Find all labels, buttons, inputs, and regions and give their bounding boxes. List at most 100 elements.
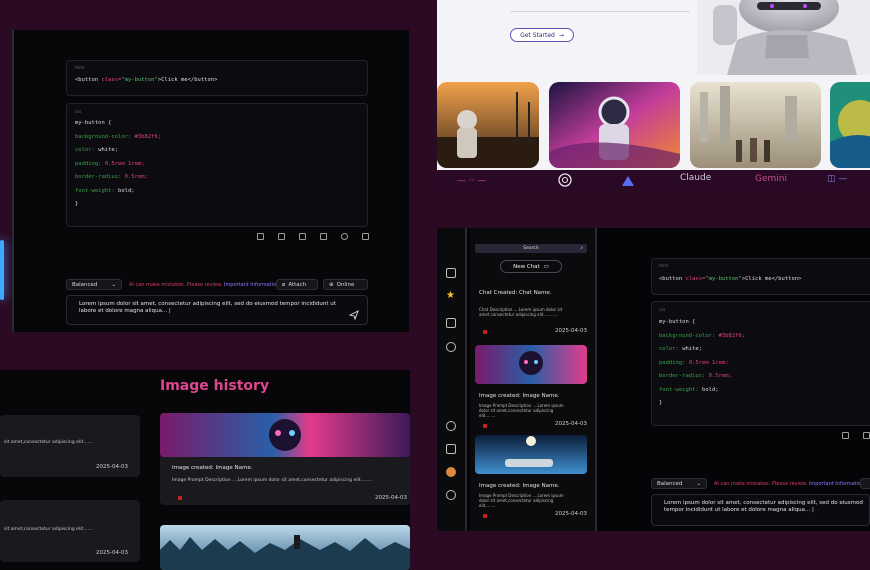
model-select[interactable]: Balanced ⌄ [66,279,122,290]
search-input[interactable]: Search ⌕ [475,244,587,253]
image-history-panel: Image history sit amet,consectetur adipi… [0,370,410,570]
code-lang-tag: css [75,109,82,114]
send-icon[interactable] [348,305,359,321]
attach-button[interactable]: ⌀ Attach [276,279,318,290]
grid-icon[interactable] [446,444,456,454]
search-icon: ⌕ [580,246,583,251]
gallery-image-1[interactable] [437,82,539,168]
message-input[interactable]: Lorem ipsum dolor sit amet, consectetur … [66,295,368,325]
trash-icon[interactable] [320,233,327,240]
delete-icon[interactable] [483,424,487,428]
image-title: Image created: Image Name. [479,393,560,399]
css-line: padding: 0.5rem 1rem; [659,359,729,366]
settings-icon[interactable] [446,490,456,500]
refresh-icon[interactable] [341,233,348,240]
comment-icon[interactable] [299,233,306,240]
attach-button[interactable] [860,478,870,489]
delete-icon[interactable] [178,496,182,500]
code-chat-panel: html <button class="my-button">Click me<… [0,30,409,332]
openai-logo-icon [557,172,573,188]
landing-panel: Get Started → — ·· — Claude Gemini ◫ — [437,0,870,190]
online-toggle[interactable]: ⊕ Online [323,279,368,290]
css-code-block: css my-button {background-color: #3b82f6… [651,301,870,426]
claude-logo: Claude [680,173,712,183]
model-select[interactable]: Balanced ⌄ [651,478,707,489]
image-description: Image Prompt Description ....Lorem ipsum… [479,403,564,418]
css-code-lines: my-button {background-color: #3b82f6; col… [659,319,745,414]
clock-icon[interactable] [446,342,456,352]
html-code-line: <button class="my-button">Click me</butt… [75,77,218,83]
css-line: } [75,201,79,207]
image-date: 2025-04-03 [555,511,587,517]
html-code-block: html <button class="my-button">Click me<… [66,60,368,96]
image-title: Image created: Image Name. [479,483,560,489]
card-date: 2025-04-03 [375,495,407,501]
chat-date: 2025-04-03 [555,328,587,334]
thumbs-up-icon[interactable] [842,432,849,439]
logo-icon[interactable] [446,268,456,278]
css-line: background-color: #3b82f6; [75,133,162,140]
copy-icon[interactable] [362,233,369,240]
thumbs-up-icon[interactable] [257,233,264,240]
card-date: 2025-04-03 [96,464,128,470]
get-started-button[interactable]: Get Started → [510,28,574,42]
css-line: my-button { [75,120,112,126]
folder-icon[interactable] [446,318,456,328]
image-thumb[interactable] [475,435,587,474]
html-code-block: html <button class="my-button">Click me<… [651,258,870,295]
delete-icon[interactable] [483,330,487,334]
chat-history-card[interactable]: sit amet,consectetur adipiscing elit....… [0,415,140,477]
chat-description: Chat Description ....Lorem ipsum dolor s… [479,307,563,317]
globe-icon: ⊕ [329,281,334,288]
message-input[interactable]: Lorem ipsum dolor sit amet, consectetur … [651,494,870,526]
thumbs-down-icon[interactable] [863,432,870,439]
disclaimer: AI can make mistakes. Please review. Imp… [714,481,866,487]
delete-icon[interactable] [483,514,487,518]
history-sidebar: Search ⌕ New Chat ▭ Chat Created: Chat Na… [470,228,597,531]
css-line: background-color: #3b82f6; [659,332,746,339]
disclaimer: AI can make mistakes. Please review. Imp… [129,282,280,288]
arrow-right-icon: → [558,31,564,39]
css-line: } [659,400,663,406]
css-code-lines: my-button {background-color: #3b82f6; col… [75,120,161,215]
search-icon[interactable] [446,421,456,431]
page-title: Image history [160,378,270,394]
gallery-image-3[interactable] [690,82,821,168]
chat-bubble-icon: ▭ [543,263,549,270]
image-history-card[interactable]: Image created: Image Name. Image Prompt … [160,413,410,505]
message-actions [842,432,870,439]
chevron-down-icon: ⌄ [111,281,116,288]
paperclip-icon: ⌀ [282,281,286,288]
css-line: border-radius: 0.5rem; [659,373,732,379]
image-history-card[interactable] [160,525,410,570]
image-date: 2025-04-03 [555,421,587,427]
css-line: my-button { [659,319,696,325]
scroll-indicator[interactable] [0,240,4,300]
brand-partial: — ·· — [457,176,487,186]
css-line: font-weight: bold; [75,187,135,194]
chat-history-card[interactable]: sit amet,consectetur adipiscing elit....… [0,500,140,562]
avatar[interactable] [446,467,456,477]
important-info-link[interactable]: Important Information. [809,481,866,487]
image-thumb[interactable] [475,345,587,384]
thumbs-down-icon[interactable] [278,233,285,240]
gallery-image-2[interactable] [549,82,680,168]
hero-divider [510,11,690,12]
html-code-line: <button class="my-button">Click me</butt… [659,276,802,282]
brand-partial-right: ◫ — [827,174,848,184]
important-info-link[interactable]: Important Information [224,282,279,288]
css-line: border-radius: 0.5rem; [75,174,148,180]
app-panel: ★ Search ⌕ New Chat ▭ Chat Created: Chat … [437,228,870,531]
card-date: 2025-04-03 [96,550,128,556]
css-line: font-weight: bold; [659,386,719,393]
new-chat-button[interactable]: New Chat ▭ [500,260,562,273]
code-lang-tag: html [75,65,85,70]
gemini-logo: Gemini [755,174,787,184]
star-icon[interactable]: ★ [446,290,455,301]
card-description: sit amet,consectetur adipiscing elit....… [4,527,94,532]
brand-strip: — ·· — Claude Gemini ◫ — [437,170,870,190]
code-lang-tag: html [659,263,669,268]
card-image [160,413,410,457]
gallery-image-4[interactable] [830,82,870,168]
css-code-block: css my-button { background-color: #3b82f6… [66,103,368,227]
